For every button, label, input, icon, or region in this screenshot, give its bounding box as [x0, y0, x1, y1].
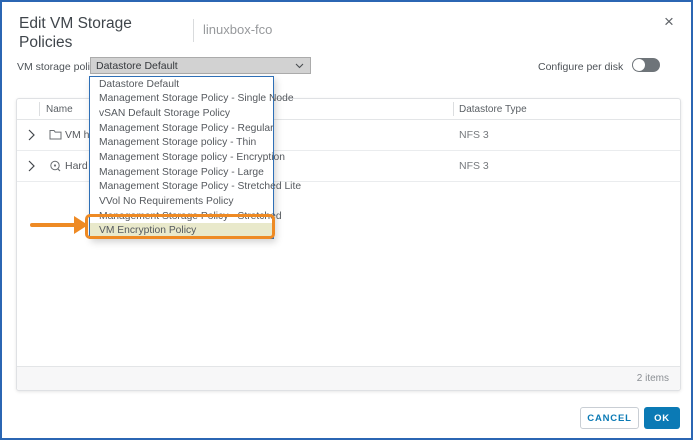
cancel-button[interactable]: CANCEL — [580, 407, 639, 429]
annotation-arrow-head — [74, 216, 88, 234]
chevron-down-icon — [295, 60, 304, 72]
configure-per-disk-label: Configure per disk — [538, 61, 623, 73]
annotation-arrow — [30, 223, 76, 227]
toggle-knob — [633, 59, 645, 71]
page-title: Edit VM Storage Policies — [19, 14, 159, 52]
dropdown-item[interactable]: Management Storage Policy - Large — [90, 165, 273, 180]
close-icon[interactable]: × — [664, 13, 674, 30]
vm-name: linuxbox-fco — [203, 22, 272, 37]
dropdown-item[interactable]: Management Storage policy - Encryption — [90, 150, 273, 165]
dropdown-item[interactable]: vSAN Default Storage Policy — [90, 106, 273, 121]
dropdown-item[interactable]: Management Storage Policy - Stretched Li… — [90, 179, 273, 194]
row-datastore-type: NFS 3 — [459, 129, 489, 141]
dropdown-item[interactable]: Datastore Default — [90, 77, 273, 92]
hard-disk-icon — [49, 160, 61, 175]
dropdown-item[interactable]: VVol No Requirements Policy — [90, 194, 273, 209]
column-header-name: Name — [46, 104, 73, 115]
dropdown-item[interactable]: Management Storage policy - Thin — [90, 136, 273, 151]
header-divider — [453, 102, 454, 116]
row-datastore-type: NFS 3 — [459, 160, 489, 172]
ok-button[interactable]: OK — [644, 407, 680, 429]
folder-icon — [49, 129, 62, 143]
expand-chevron-icon[interactable] — [28, 129, 35, 144]
header-divider — [39, 102, 40, 116]
dropdown-item[interactable]: Management Storage Policy - Single Node — [90, 92, 273, 107]
vm-storage-policy-select[interactable]: Datastore Default — [90, 57, 311, 74]
column-header-datastore-type: Datastore Type — [459, 104, 527, 115]
table-footer: 2 items — [17, 366, 680, 390]
selected-policy-value: Datastore Default — [96, 60, 178, 72]
expand-chevron-icon[interactable] — [28, 160, 35, 175]
title-divider — [193, 19, 194, 42]
configure-per-disk-toggle[interactable] — [632, 58, 660, 72]
dropdown-item[interactable]: Management Storage Policy - Regular — [90, 121, 273, 136]
annotation-highlight-box — [85, 214, 275, 239]
items-count: 2 items — [637, 373, 669, 384]
